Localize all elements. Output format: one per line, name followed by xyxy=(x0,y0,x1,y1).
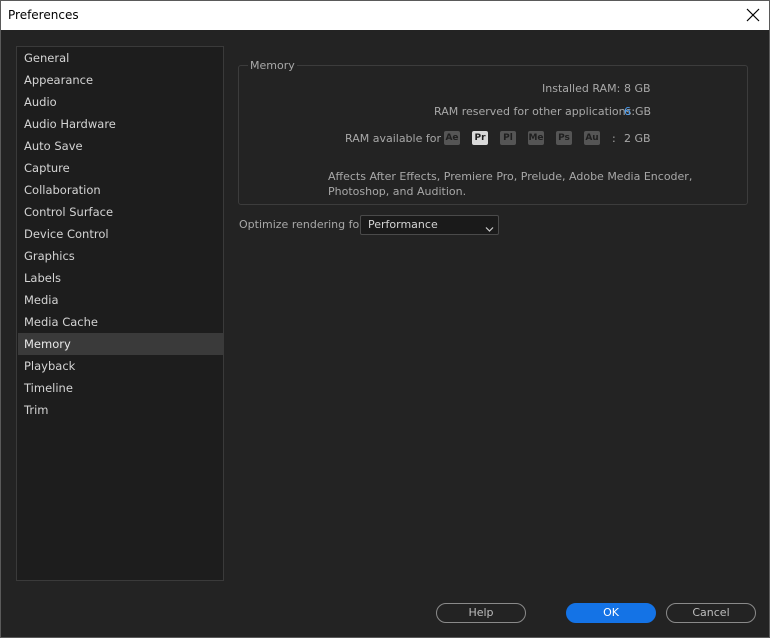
sidebar-item-control-surface[interactable]: Control Surface xyxy=(18,201,224,223)
ram-reserved-value[interactable]: 6 xyxy=(624,105,631,119)
sidebar-item-timeline[interactable]: Timeline xyxy=(18,377,224,399)
sidebar-item-auto-save[interactable]: Auto Save xyxy=(18,135,224,157)
after-effects-icon: Ae xyxy=(444,131,460,145)
sidebar-item-audio-hardware[interactable]: Audio Hardware xyxy=(18,113,224,135)
window-title: Preferences xyxy=(8,8,79,22)
audition-icon: Au xyxy=(584,131,600,145)
preferences-window: Preferences General Appearance Audio Aud… xyxy=(0,0,770,638)
optimize-rendering-dropdown[interactable]: Performance xyxy=(360,215,499,235)
sidebar-item-media[interactable]: Media xyxy=(18,289,224,311)
sidebar-item-media-cache[interactable]: Media Cache xyxy=(18,311,224,333)
sidebar-item-labels[interactable]: Labels xyxy=(18,267,224,289)
media-encoder-icon: Me xyxy=(528,131,544,145)
close-icon[interactable] xyxy=(743,5,763,25)
ram-reserved-label: RAM reserved for other applications: xyxy=(434,105,636,118)
cancel-button[interactable]: Cancel xyxy=(666,603,756,623)
memory-note-line-1: Affects After Effects, Premiere Pro, Pre… xyxy=(328,170,693,183)
sidebar-item-general[interactable]: General xyxy=(18,47,224,69)
ram-available-value: 2 GB xyxy=(624,132,651,145)
sidebar-item-graphics[interactable]: Graphics xyxy=(18,245,224,267)
sidebar-item-capture[interactable]: Capture xyxy=(18,157,224,179)
sidebar-item-trim[interactable]: Trim xyxy=(18,399,224,421)
installed-ram-label: Installed RAM: xyxy=(542,82,621,95)
installed-ram-value: 8 GB xyxy=(624,82,651,95)
ram-reserved-unit: GB xyxy=(635,105,652,118)
preferences-sidebar: General Appearance Audio Audio Hardware … xyxy=(16,46,224,581)
sidebar-item-audio[interactable]: Audio xyxy=(18,91,224,113)
memory-group-box xyxy=(238,65,748,205)
sidebar-item-device-control[interactable]: Device Control xyxy=(18,223,224,245)
optimize-rendering-value: Performance xyxy=(368,218,438,231)
memory-group-title: Memory xyxy=(248,58,297,73)
sidebar-item-memory[interactable]: Memory xyxy=(18,333,224,355)
sidebar-item-collaboration[interactable]: Collaboration xyxy=(18,179,224,201)
sidebar-item-playback[interactable]: Playback xyxy=(18,355,224,377)
photoshop-icon: Ps xyxy=(556,131,572,145)
sidebar-item-appearance[interactable]: Appearance xyxy=(18,69,224,91)
ram-available-separator: : xyxy=(612,132,616,145)
ok-button[interactable]: OK xyxy=(566,603,656,623)
optimize-rendering-label: Optimize rendering for: xyxy=(239,218,368,231)
title-bar: Preferences xyxy=(1,1,769,30)
help-button[interactable]: Help xyxy=(436,603,526,623)
chevron-down-icon xyxy=(485,221,494,232)
prelude-icon: Pl xyxy=(500,131,516,145)
memory-note-line-2: Photoshop, and Audition. xyxy=(328,185,467,198)
premiere-pro-icon: Pr xyxy=(472,131,488,145)
ram-available-label: RAM available for xyxy=(345,132,441,145)
